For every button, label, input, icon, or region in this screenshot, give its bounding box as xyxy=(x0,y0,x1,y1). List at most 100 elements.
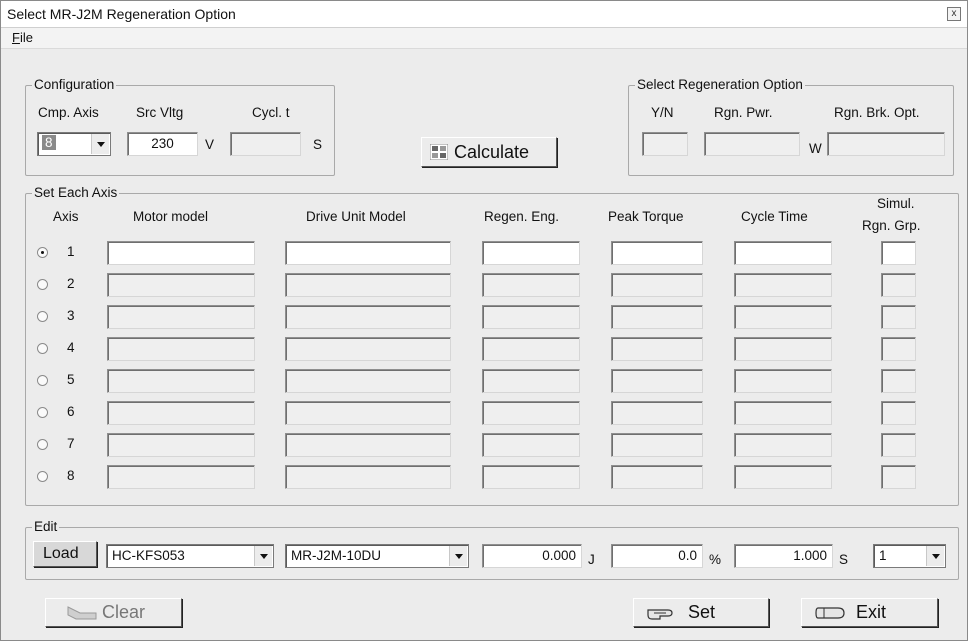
edit-peak-input[interactable]: 0.0 xyxy=(611,544,703,568)
drive-unit-field xyxy=(285,433,451,457)
motor-model-field xyxy=(107,305,255,329)
axis-number: 4 xyxy=(67,340,75,355)
axis-radio[interactable] xyxy=(37,375,48,386)
configuration-group: Configuration xyxy=(25,78,335,176)
rgn-brk-label: Rgn. Brk. Opt. xyxy=(834,105,920,120)
clear-button[interactable]: Clear xyxy=(45,598,182,627)
drive-unit-field xyxy=(285,401,451,425)
src-vltg-input[interactable]: 230 xyxy=(127,132,198,156)
drive-unit-field xyxy=(285,465,451,489)
axis-radio[interactable] xyxy=(37,439,48,450)
dialog-window: Select MR-J2M Regeneration Option x File… xyxy=(0,0,968,641)
cmp-axis-select[interactable]: 8 xyxy=(37,132,111,156)
peak-torque-field xyxy=(611,401,703,425)
axis-number: 7 xyxy=(67,436,75,451)
edit-motor-value: HC-KFS053 xyxy=(112,548,185,563)
src-vltg-value: 230 xyxy=(151,136,174,151)
src-vltg-unit: V xyxy=(205,137,215,152)
motor-model-field xyxy=(107,465,255,489)
menu-file-label: ile xyxy=(19,30,33,45)
cycl-t-unit: S xyxy=(313,137,323,152)
cycle-time-field[interactable] xyxy=(734,241,832,265)
drive-unit-field xyxy=(285,273,451,297)
drive-unit-field xyxy=(285,305,451,329)
chevron-down-icon[interactable] xyxy=(449,546,467,566)
hand-pointer-icon xyxy=(647,609,673,620)
axis-radio[interactable] xyxy=(37,471,48,482)
cycle-time-field xyxy=(734,465,832,489)
regen-eng-field xyxy=(482,433,580,457)
header-cycle-time: Cycle Time xyxy=(741,209,808,224)
edit-motor-select[interactable]: HC-KFS053 xyxy=(106,544,274,568)
regen-eng-field xyxy=(482,273,580,297)
axis-radio[interactable] xyxy=(37,247,48,258)
regen-eng-field xyxy=(482,401,580,425)
regen-eng-field xyxy=(482,337,580,361)
axis-radio[interactable] xyxy=(37,279,48,290)
axis-number: 3 xyxy=(67,308,75,323)
menu-file-accelerator: F xyxy=(12,30,20,45)
motor-model-field[interactable] xyxy=(107,241,255,265)
chevron-down-icon[interactable] xyxy=(926,546,944,566)
set-button[interactable]: Set xyxy=(633,598,769,627)
chevron-down-icon[interactable] xyxy=(254,546,272,566)
axis-number: 1 xyxy=(67,244,75,259)
cycl-t-field xyxy=(230,132,301,156)
cmp-axis-label: Cmp. Axis xyxy=(38,105,99,120)
rgn-brk-field xyxy=(827,132,945,156)
edit-drive-value: MR-J2M-10DU xyxy=(291,548,382,563)
axis-radio[interactable] xyxy=(37,311,48,322)
peak-torque-field[interactable] xyxy=(611,241,703,265)
load-button[interactable]: Load xyxy=(33,541,97,567)
header-peak-torque: Peak Torque xyxy=(608,209,684,224)
rgn-pwr-label: Rgn. Pwr. xyxy=(714,105,773,120)
menu-bar: File xyxy=(1,28,967,49)
peak-torque-field xyxy=(611,369,703,393)
edit-cycle-unit: S xyxy=(839,552,849,567)
motor-model-field xyxy=(107,433,255,457)
cycle-time-field xyxy=(734,305,832,329)
peak-torque-field xyxy=(611,337,703,361)
edit-peak-unit: % xyxy=(709,552,722,567)
hand-stop-icon xyxy=(815,607,845,619)
edit-drive-select[interactable]: MR-J2M-10DU xyxy=(285,544,469,568)
regen-eng-field[interactable] xyxy=(482,241,580,265)
exit-button[interactable]: Exit xyxy=(801,598,938,627)
edit-grp-select[interactable]: 1 xyxy=(873,544,946,568)
simul-rgn-grp-field[interactable] xyxy=(881,241,916,265)
axis-radio[interactable] xyxy=(37,407,48,418)
peak-torque-field xyxy=(611,305,703,329)
edit-grp-value: 1 xyxy=(879,548,887,563)
set-label: Set xyxy=(688,602,716,622)
edit-regen-unit: J xyxy=(588,552,595,567)
yn-field xyxy=(642,132,688,156)
axis-radio[interactable] xyxy=(37,343,48,354)
motor-model-field xyxy=(107,401,255,425)
motor-model-field xyxy=(107,273,255,297)
cycle-time-field xyxy=(734,337,832,361)
axis-number: 8 xyxy=(67,468,75,483)
axis-number: 5 xyxy=(67,372,75,387)
configuration-legend: Configuration xyxy=(34,77,115,92)
cycle-time-field xyxy=(734,401,832,425)
drive-unit-field[interactable] xyxy=(285,241,451,265)
eraser-icon xyxy=(67,606,97,620)
peak-torque-field xyxy=(611,273,703,297)
edit-regen-input[interactable]: 0.000 xyxy=(482,544,582,568)
simul-rgn-grp-field xyxy=(881,401,916,425)
header-drive-unit-model: Drive Unit Model xyxy=(306,209,406,224)
simul-rgn-grp-field xyxy=(881,337,916,361)
simul-rgn-grp-field xyxy=(881,305,916,329)
set-each-axis-legend: Set Each Axis xyxy=(34,185,118,200)
simul-rgn-grp-field xyxy=(881,465,916,489)
regen-eng-field xyxy=(482,369,580,393)
peak-torque-field xyxy=(611,433,703,457)
edit-cycle-value: 1.000 xyxy=(793,548,827,563)
close-icon[interactable]: x xyxy=(947,7,961,21)
cycle-time-field xyxy=(734,433,832,457)
chevron-down-icon[interactable] xyxy=(91,134,109,154)
menu-file[interactable]: File xyxy=(12,30,33,45)
header-axis: Axis xyxy=(53,209,79,224)
calculate-button[interactable]: Calculate xyxy=(421,137,557,167)
edit-cycle-input[interactable]: 1.000 xyxy=(734,544,833,568)
